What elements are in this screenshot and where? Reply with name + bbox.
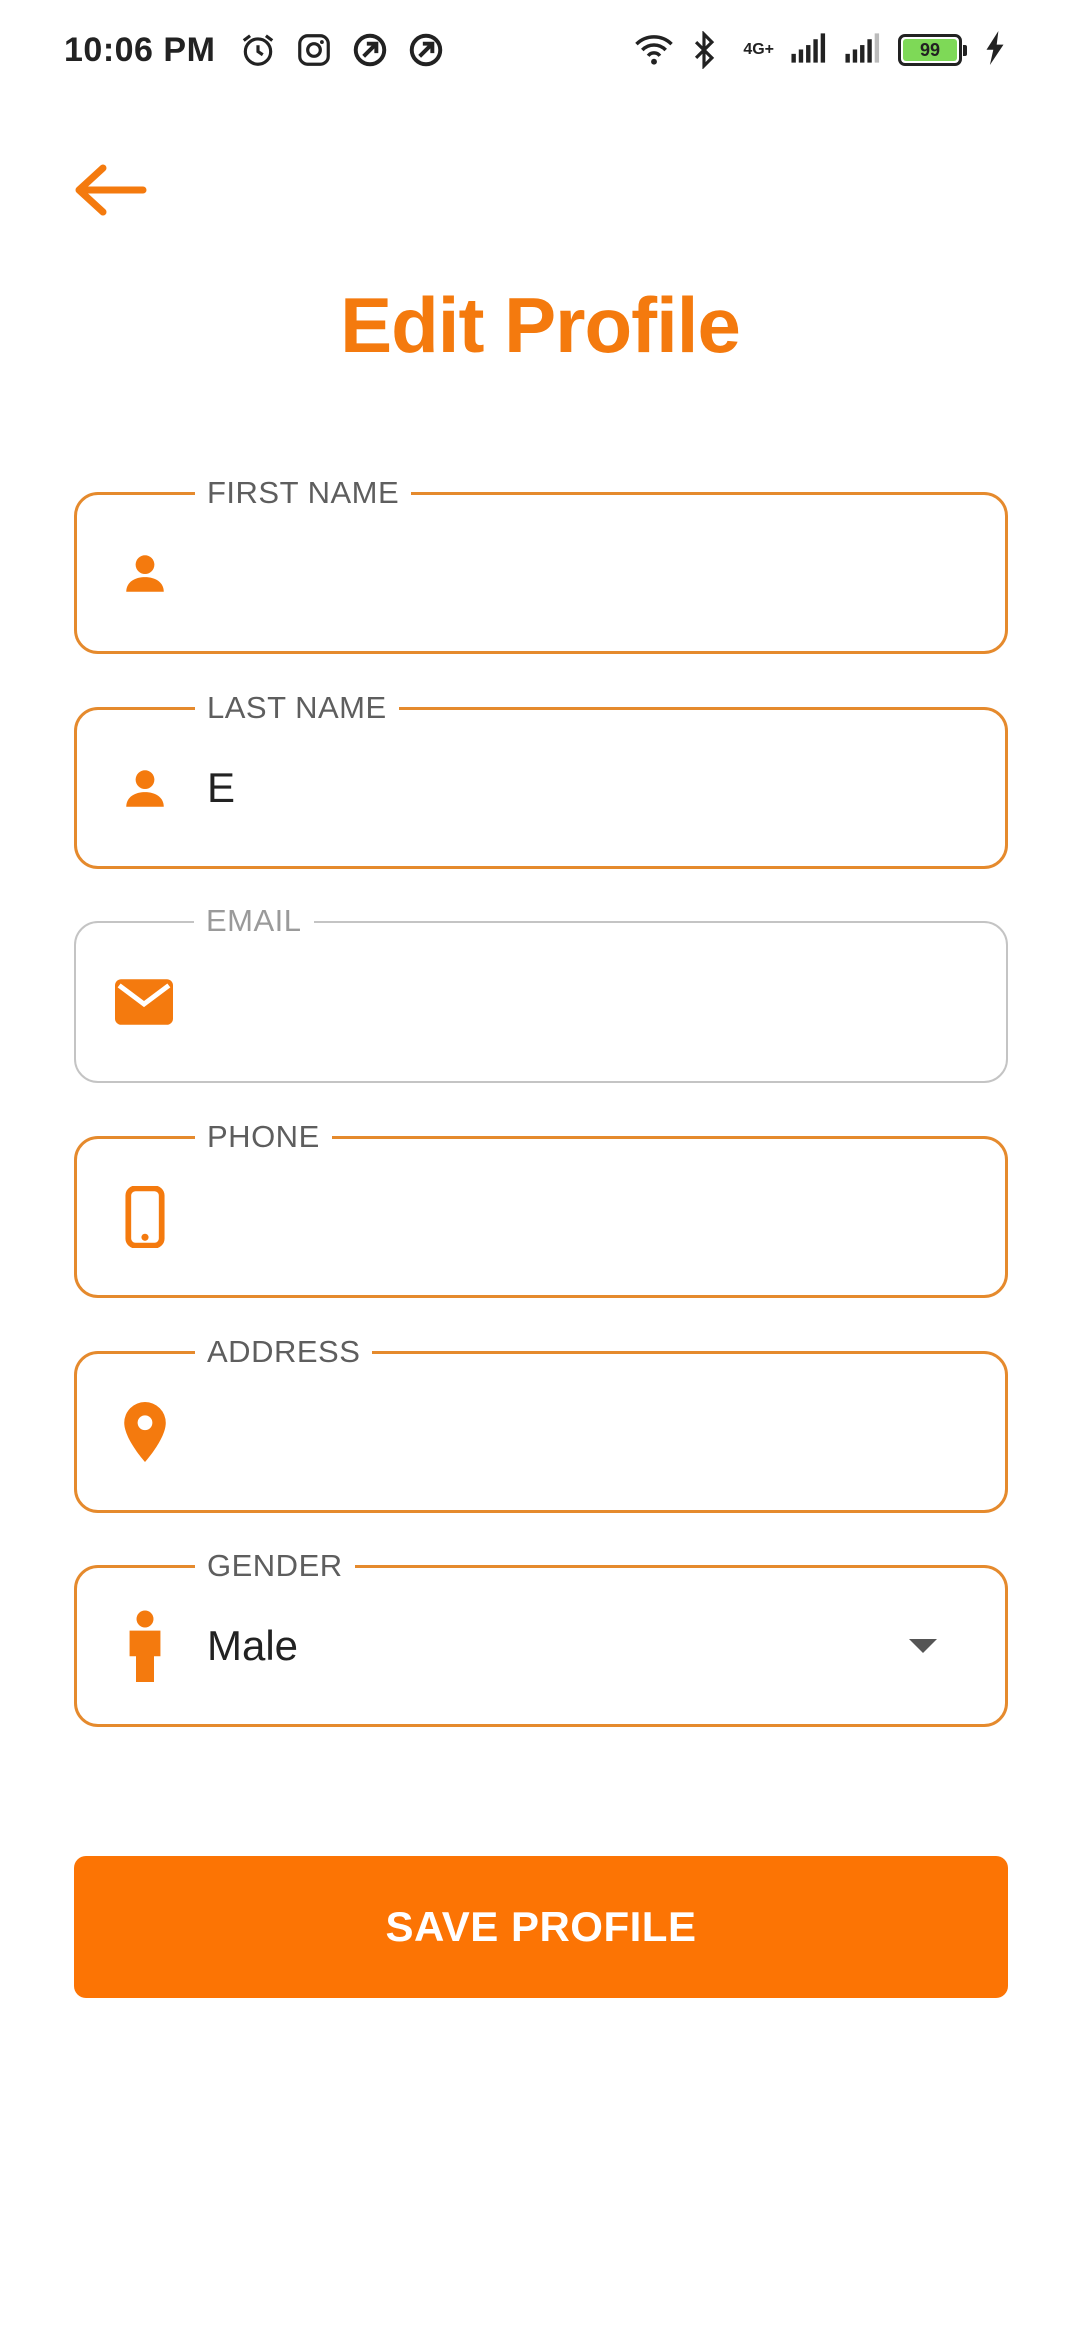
first-name-field[interactable]: FIRST NAME: [74, 473, 1008, 654]
alarm-icon: [239, 31, 277, 69]
first-name-input[interactable]: [207, 543, 965, 603]
save-profile-button[interactable]: SAVE PROFILE: [74, 1856, 1008, 1998]
signal-icon: [844, 31, 882, 69]
first-name-label: FIRST NAME: [195, 473, 412, 513]
gender-label: GENDER: [195, 1546, 355, 1586]
person-icon: [113, 756, 177, 820]
status-time: 10:06 PM: [64, 30, 216, 69]
network-type-label: 4G+: [743, 41, 774, 58]
page-title: Edit Profile: [340, 281, 741, 369]
address-field[interactable]: ADDRESS: [74, 1332, 1008, 1513]
gender-value: Male: [207, 1622, 299, 1669]
address-input[interactable]: [207, 1402, 965, 1462]
last-name-field[interactable]: LAST NAME: [74, 688, 1008, 869]
location-pin-icon: [113, 1400, 177, 1464]
person-icon: [113, 541, 177, 605]
phone-field[interactable]: PHONE: [74, 1117, 1008, 1298]
address-label: ADDRESS: [195, 1332, 373, 1372]
phone-icon: [113, 1185, 177, 1249]
battery-level: 99: [903, 39, 957, 61]
last-name-label: LAST NAME: [195, 688, 399, 728]
status-bar-left: 10:06 PM: [64, 31, 445, 70]
gender-select[interactable]: GENDER Male: [74, 1546, 1008, 1727]
email-field: EMAIL: [74, 901, 1008, 1083]
arrow-left-icon: [75, 164, 147, 216]
bluetooth-icon: [689, 31, 727, 69]
status-bar-right: 4G+ 99: [635, 31, 1022, 69]
last-name-input[interactable]: [207, 758, 965, 818]
chevron-down-icon[interactable]: [909, 1639, 937, 1653]
back-button[interactable]: [70, 155, 150, 225]
mail-icon: [112, 970, 176, 1034]
phone-input[interactable]: [207, 1187, 965, 1247]
male-icon: [113, 1610, 177, 1682]
wifi-icon: [635, 31, 674, 69]
app-notification-icon: [407, 31, 445, 69]
signal-icon: [790, 31, 828, 69]
battery-icon: 99: [898, 34, 967, 66]
phone-label: PHONE: [195, 1117, 332, 1157]
app-notification-icon: [351, 31, 389, 69]
instagram-icon: [295, 31, 333, 69]
email-label: EMAIL: [194, 901, 314, 941]
email-input: [206, 972, 966, 1032]
charging-icon: [984, 31, 1022, 69]
status-bar: 10:06 PM 4G+ 99: [0, 0, 1080, 100]
